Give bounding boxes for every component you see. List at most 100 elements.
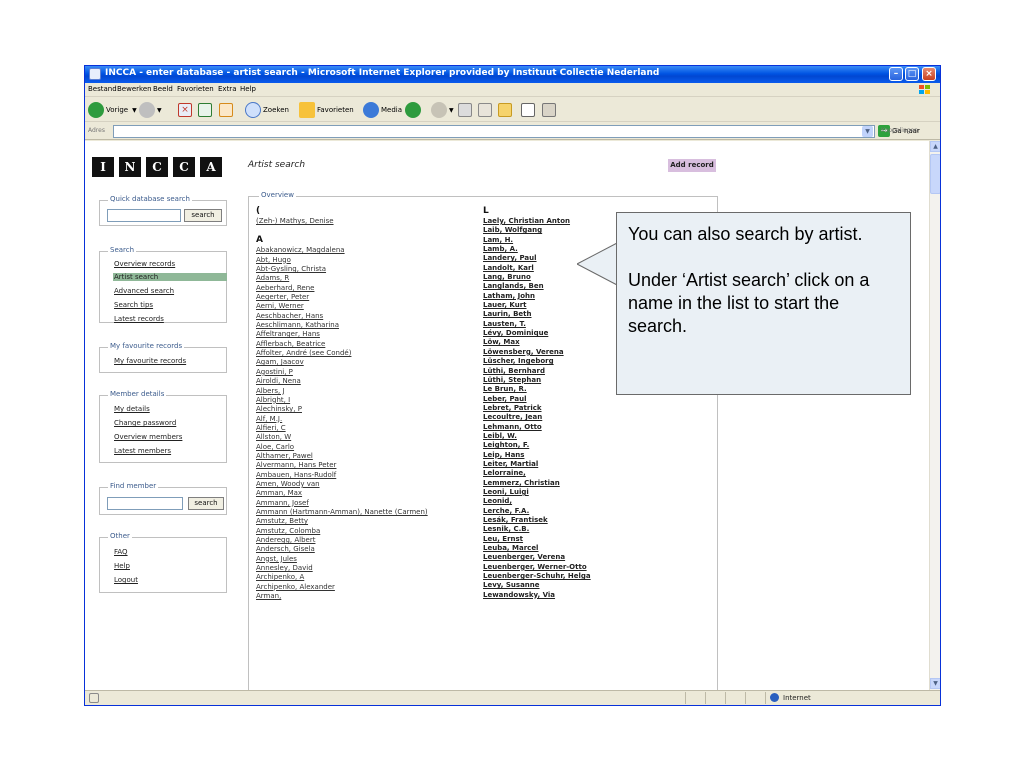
artist-link[interactable]: Leuenberger-Schuhr, Helga	[483, 572, 591, 581]
sidebar-item-logout[interactable]: Logout	[114, 576, 138, 584]
menu-bestand[interactable]: Bestand	[88, 85, 117, 93]
artist-link[interactable]: Ammann, Josef	[256, 499, 428, 508]
artist-link[interactable]: Latham, John	[483, 292, 591, 301]
artist-link[interactable]: Althamer, Pawel	[256, 452, 428, 461]
artist-link[interactable]: Aloe, Carlo	[256, 443, 428, 452]
artist-link[interactable]: Lecoultre, Jean	[483, 413, 591, 422]
add-record-button[interactable]: Add record	[668, 159, 716, 172]
sidebar-item-artist-search[interactable]: Artist search	[113, 273, 227, 281]
artist-link[interactable]: Airoldi, Nena	[256, 377, 428, 386]
refresh-button[interactable]	[198, 101, 212, 119]
artist-link[interactable]: Lang, Bruno	[483, 273, 591, 282]
sidebar-item-overview-members[interactable]: Overview members	[114, 433, 182, 441]
artist-link[interactable]: Laely, Christian Anton	[483, 217, 591, 226]
artist-link[interactable]: Landery, Paul	[483, 254, 591, 263]
sidebar-item-change-password[interactable]: Change password	[114, 419, 176, 427]
artist-link[interactable]: Leighton, F.	[483, 441, 591, 450]
artist-link[interactable]: Amstutz, Betty	[256, 517, 428, 526]
artist-link[interactable]: Affeltranger, Hans	[256, 330, 428, 339]
artist-link[interactable]: Ammann (Hartmann-Amman), Nanette (Carmen…	[256, 508, 428, 517]
media-button[interactable]: Media	[363, 101, 402, 119]
artist-link[interactable]: Lesnik, C.B.	[483, 525, 591, 534]
artist-link[interactable]: Amen, Woody van	[256, 480, 428, 489]
print-button[interactable]	[458, 101, 472, 119]
incca-logo[interactable]: I N C C A	[92, 157, 222, 177]
artist-link[interactable]: Afflerbach, Beatrice	[256, 340, 428, 349]
artist-link[interactable]: Lemmerz, Christian	[483, 479, 591, 488]
title-bar[interactable]: INCCA - enter database - artist search -…	[85, 66, 940, 83]
artist-link[interactable]: Leber, Paul	[483, 395, 591, 404]
artist-link[interactable]: Abt-Gysling, Christa	[256, 265, 428, 274]
artist-link[interactable]: Leibl, W.	[483, 432, 591, 441]
artist-link[interactable]: Albright, I	[256, 396, 428, 405]
artist-link[interactable]: Lam, H.	[483, 236, 591, 245]
artist-link[interactable]: Lévy, Dominique	[483, 329, 591, 338]
artist-link[interactable]: Archipenko, Alexander	[256, 583, 428, 592]
links-button[interactable]: Koppelingen	[881, 127, 918, 134]
sidebar-item-overview-records[interactable]: Overview records	[114, 260, 175, 268]
artist-link[interactable]: Lewandowsky, Via	[483, 591, 591, 600]
sidebar-item-help[interactable]: Help	[114, 562, 130, 570]
scroll-thumb[interactable]	[930, 154, 940, 194]
artist-link[interactable]: Aeberhard, Rene	[256, 284, 428, 293]
close-button[interactable]: ×	[922, 67, 936, 81]
edit-button[interactable]	[478, 101, 492, 119]
artist-link[interactable]: Lebret, Patrick	[483, 404, 591, 413]
artist-link[interactable]: Lüscher, Ingeborg	[483, 357, 591, 366]
artist-link[interactable]: Leu, Ernst	[483, 535, 591, 544]
stop-button[interactable]: ×	[178, 101, 192, 119]
artist-link[interactable]: Leuba, Marcel	[483, 544, 591, 553]
sidebar-item-faq[interactable]: FAQ	[114, 548, 128, 556]
artist-link[interactable]: Lelorraine,	[483, 469, 591, 478]
home-button[interactable]	[219, 101, 233, 119]
artist-link[interactable]: Lüthi, Bernhard	[483, 367, 591, 376]
artist-link[interactable]: Aegerter, Peter	[256, 293, 428, 302]
sidebar-item-my-favourite-records[interactable]: My favourite records	[114, 357, 186, 365]
research-button[interactable]	[542, 101, 556, 119]
artist-link[interactable]: Aeschlimann, Katharina	[256, 321, 428, 330]
history-button[interactable]	[405, 101, 423, 119]
quick-search-input[interactable]	[107, 209, 181, 222]
address-input[interactable]	[113, 125, 875, 138]
artist-link[interactable]: (Zeh-) Mathys, Denise	[256, 217, 428, 226]
sidebar-item-advanced-search[interactable]: Advanced search	[114, 287, 174, 295]
artist-link[interactable]: Leiter, Martial	[483, 460, 591, 469]
favorites-button[interactable]: Favorieten	[299, 101, 354, 119]
artist-link[interactable]: Aeschbacher, Hans	[256, 312, 428, 321]
artist-link[interactable]: Ambauen, Hans-Rudolf	[256, 471, 428, 480]
artist-link[interactable]: Leuenberger, Werner-Otto	[483, 563, 591, 572]
find-member-input[interactable]	[107, 497, 183, 510]
menu-beeld[interactable]: Beeld	[153, 85, 173, 93]
artist-link[interactable]: Andersch, Gisela	[256, 545, 428, 554]
menu-favorieten[interactable]: Favorieten	[177, 85, 214, 93]
artist-link[interactable]: Laib, Wolfgang	[483, 226, 591, 235]
artist-link[interactable]: Alechinsky, P	[256, 405, 428, 414]
artist-link[interactable]: Affolter, André (see Condé)	[256, 349, 428, 358]
minimize-button[interactable]: –	[889, 67, 903, 81]
artist-link[interactable]: Annesley, David	[256, 564, 428, 573]
artist-link[interactable]: Leoni, Luigi	[483, 488, 591, 497]
artist-link[interactable]: Amman, Max	[256, 489, 428, 498]
artist-link[interactable]: Lausten, T.	[483, 320, 591, 329]
sidebar-item-my-details[interactable]: My details	[114, 405, 150, 413]
artist-link[interactable]: Alf, M.J.	[256, 415, 428, 424]
scroll-up-icon[interactable]: ▲	[930, 141, 940, 152]
folder-button[interactable]	[498, 101, 512, 119]
messenger-button[interactable]	[521, 101, 535, 119]
artist-link[interactable]: Lüthi, Stephan	[483, 376, 591, 385]
artist-link[interactable]: Abakanowicz, Magdalena	[256, 246, 428, 255]
address-dropdown-icon[interactable]: ▼	[862, 126, 873, 137]
find-member-button[interactable]: search	[188, 497, 224, 510]
sidebar-item-search-tips[interactable]: Search tips	[114, 301, 153, 309]
artist-link[interactable]: Lamb, A.	[483, 245, 591, 254]
artist-link[interactable]: Lehmann, Otto	[483, 423, 591, 432]
search-button[interactable]: Zoeken	[245, 101, 289, 119]
artist-link[interactable]: Adams, R	[256, 274, 428, 283]
artist-link[interactable]: Le Brun, R.	[483, 385, 591, 394]
artist-link[interactable]: Lesák, Frantisek	[483, 516, 591, 525]
vertical-scrollbar[interactable]: ▲ ▼	[929, 141, 940, 690]
artist-link[interactable]: Leonid,	[483, 497, 591, 506]
artist-link[interactable]: Anderegg, Albert	[256, 536, 428, 545]
artist-link[interactable]: Archipenko, A	[256, 573, 428, 582]
artist-link[interactable]: Angst, Jules	[256, 555, 428, 564]
